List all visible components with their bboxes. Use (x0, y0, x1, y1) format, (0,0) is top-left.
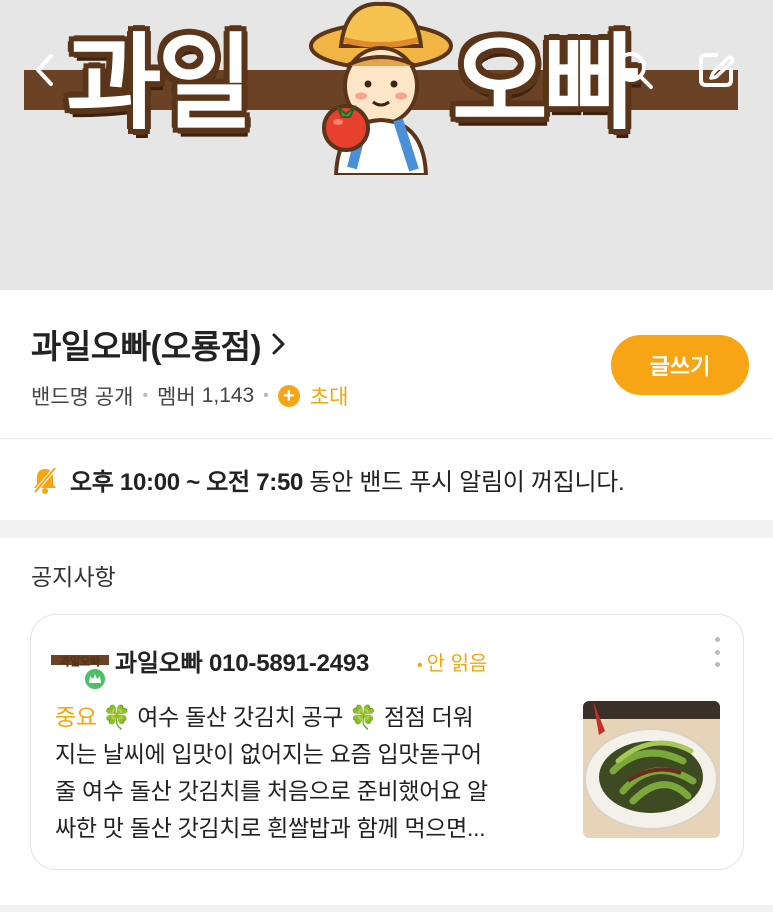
notice-body: 중요 🍀 여수 돌산 갓김치 공구 🍀 점점 더워 지는 날씨에 입맛이 없어지… (55, 699, 560, 847)
push-separator: ~ (186, 469, 200, 496)
meta-separator: • (142, 387, 149, 404)
bell-off-icon (33, 466, 57, 494)
push-mute-notice[interactable]: 오후 10:00 ~ 오전 7:50 동안 밴드 푸시 알림이 꺼집니다. (0, 439, 773, 520)
search-button[interactable] (610, 46, 658, 94)
members-count: 1,143 (201, 384, 255, 407)
search-icon (616, 52, 653, 89)
crown-icon (83, 667, 107, 691)
section-gap (0, 520, 773, 538)
clover-icon: 🍀 (102, 704, 132, 730)
back-button[interactable] (20, 46, 68, 94)
status-dot: • (417, 657, 423, 674)
mascot-farmer-icon (309, 1, 453, 175)
avatar-logo-text: 과일오빠 (60, 654, 101, 668)
band-info-section: 과일오빠(오룡점) 밴드명 공개 • 멤버 1,143 • + 초대 글쓰기 (0, 290, 773, 438)
band-name-link[interactable]: 과일오빠(오룡점) (31, 320, 287, 368)
invite-label: 초대 (309, 386, 349, 409)
notice-card[interactable]: 과일오빠 과일오빠 010-5891-2493 • 안 읽음 중요 🍀 여수 돌산… (30, 614, 744, 870)
chevron-right-icon (272, 333, 285, 355)
edit-icon (699, 53, 735, 87)
clover-icon: 🍀 (349, 704, 378, 730)
logo-text-left: 과일 (66, 22, 253, 144)
push-notice-text: 오후 10:00 ~ 오전 7:50 동안 밴드 푸시 알림이 꺼집니다. (70, 462, 625, 497)
write-post-button[interactable]: 글쓰기 (611, 335, 749, 395)
members-label: 멤버 (157, 386, 196, 409)
edit-band-button[interactable] (692, 46, 740, 94)
push-end-time: 오전 7:50 (206, 469, 304, 496)
more-options-icon[interactable] (707, 637, 727, 667)
push-start-time: 오후 10:00 (70, 469, 180, 496)
unread-label: 안 읽음 (426, 653, 488, 675)
notices-heading: 공지사항 (31, 564, 116, 590)
band-cover-banner: 과일 오빠 (0, 0, 773, 290)
notice-line-2: 지는 날씨에 입맛이 없어지는 요즘 입맛돋구어 (55, 741, 482, 767)
push-message: 동안 밴드 푸시 알림이 꺼집니다. (309, 469, 625, 496)
unread-status: • 안 읽음 (417, 647, 487, 676)
notice-thumbnail (583, 701, 720, 838)
notice-line-1: 중요 🍀 여수 돌산 갓김치 공구 🍀 점점 더워 (55, 699, 560, 736)
plus-icon: + (277, 385, 300, 407)
notice-line-3: 줄 여수 돌산 갓김치를 처음으로 준비했어요 알 (55, 778, 488, 804)
section-gap (0, 905, 773, 912)
invite-button[interactable]: + 초대 (277, 381, 349, 411)
important-badge: 중요 (55, 704, 97, 730)
notice-author: 과일오빠 010-5891-2493 (115, 650, 370, 677)
band-visibility: 밴드명 공개 (31, 386, 134, 409)
band-name: 과일오빠(오룡점) (31, 328, 262, 365)
meta-separator: • (263, 387, 269, 404)
chevron-left-icon (36, 54, 53, 86)
notice-text-1a: 여수 돌산 갓김치 공구 (137, 704, 344, 730)
logo-text-right: 오빠 (452, 22, 639, 144)
notice-line-4: 싸한 맛 돌산 갓김치로 흰쌀밥과 함께 먹으면... (55, 815, 486, 841)
band-meta: 밴드명 공개 • 멤버 1,143 • + 초대 (31, 381, 349, 411)
notice-text-1b: 점점 더워 (383, 704, 474, 730)
